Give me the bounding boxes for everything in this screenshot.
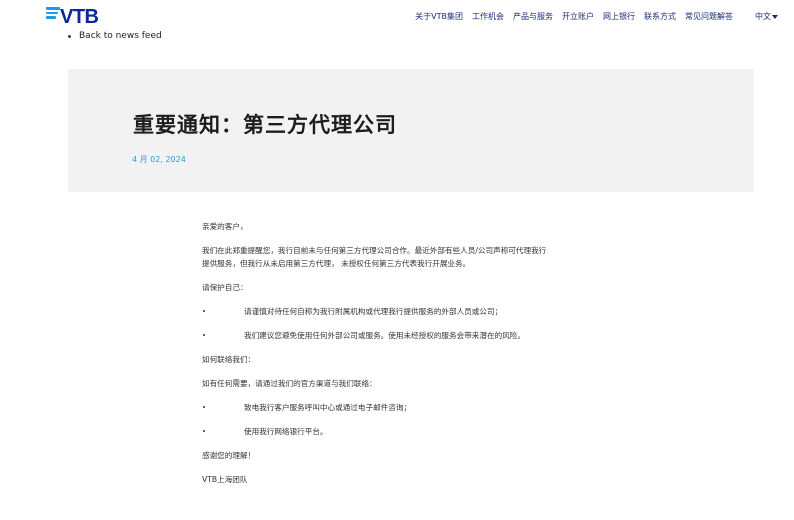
bullet-icon [203,310,205,312]
logo-text: VTB [60,6,99,28]
contact-intro: 如有任何需要，请通过我们的官方渠道与我们联络： [202,379,377,388]
bullet-icon [68,34,71,38]
bullet-icon [203,430,205,432]
language-label: 中文 [755,12,771,21]
nav-about-vtb-group[interactable]: 关于VTB集团 [415,12,463,22]
nav-careers[interactable]: 工作机会 [472,12,504,22]
main-nav: 关于VTB集团 工作机会 产品与服务 开立账户 网上银行 联系方式 常见问题解答… [406,11,778,22]
article-date: 4 月 02, 2024 [132,155,186,164]
vtb-logo[interactable]: VTB [46,6,106,28]
caret-down-icon [772,14,778,19]
thanks: 感谢您的理解！ [202,451,256,460]
list-item: 我们建议您避免使用任何外部公司或服务。使用未经授权的服务会带来潜在的风险。 [202,329,632,342]
signature: VTB上海团队 [202,475,248,484]
nav-products-services[interactable]: 产品与服务 [513,12,553,22]
logo-mark-icon [46,7,60,19]
list-item-text: 我们建议您避免使用任何外部公司或服务。使用未经授权的服务会带来潜在的风险。 [244,331,525,340]
article-title: 重要通知：第三方代理公司 [133,113,397,137]
list-item-text: 请谨慎对待任何自称为我行附属机构或代理我行提供服务的外部人员或公司； [244,307,503,316]
article-body: 亲爱的客户， 我们在此郑重提醒您，我行目前未与任何第三方代理公司合作。最近外部有… [202,220,632,486]
nav-faq[interactable]: 常见问题解答 [685,12,733,22]
nav-online-banking[interactable]: 网上银行 [603,12,635,22]
list-item-text: 使用我行网络银行平台。 [244,427,328,436]
list-item-text: 致电我行客户服务呼叫中心或通过电子邮件咨询； [244,403,412,412]
protect-heading: 请保护自己： [202,283,248,292]
contact-heading: 如何联络我们： [202,355,256,364]
back-link-label: Back to news feed [79,31,162,41]
article-hero: 重要通知：第三方代理公司 4 月 02, 2024 [68,69,754,192]
list-item: 致电我行客户服务呼叫中心或通过电子邮件咨询； [202,401,632,414]
nav-contacts[interactable]: 联系方式 [644,12,676,22]
list-item: 使用我行网络银行平台。 [202,425,632,438]
language-selector[interactable]: 中文 [755,11,778,22]
list-item: 请谨慎对待任何自称为我行附属机构或代理我行提供服务的外部人员或公司； [202,305,632,318]
back-to-news-link[interactable]: Back to news feed [68,31,162,41]
bullet-icon [203,406,205,408]
intro-line-1: 我们在此郑重提醒您，我行目前未与任何第三方代理公司合作。最近外部有些人员/公司声… [202,246,547,255]
bullet-icon [203,334,205,336]
intro-line-2: 提供服务，但我行从未启用第三方代理， 未授权任何第三方代表我行开展业务。 [202,259,471,268]
nav-open-account[interactable]: 开立账户 [562,12,594,22]
greeting: 亲爱的客户， [202,222,248,231]
